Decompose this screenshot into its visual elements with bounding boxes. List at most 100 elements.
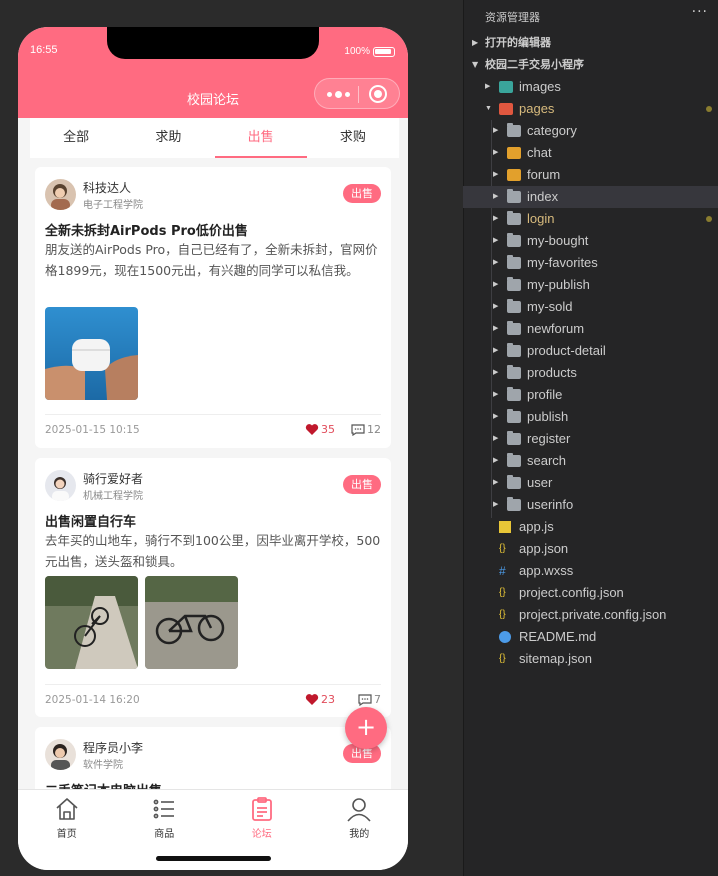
chevron-right-icon: ▶ (493, 149, 499, 156)
modified-dot (706, 106, 712, 112)
tree-item-project-config-json[interactable]: {} project.config.json (463, 582, 718, 604)
tree-item-category[interactable]: ▶ category (463, 120, 718, 142)
more-dots-icon[interactable] (327, 91, 350, 98)
tab-sell[interactable]: 出售 (214, 118, 308, 158)
like-button[interactable]: 23 (305, 693, 335, 706)
tab-all[interactable]: 全部 (30, 118, 122, 158)
folder-icon (507, 453, 521, 467)
tab-buy[interactable]: 求购 (307, 118, 399, 158)
chevron-down-icon: ▼ (485, 105, 492, 112)
close-target-icon[interactable] (369, 85, 387, 103)
chevron-right-icon: ▶ (493, 171, 499, 178)
tree-item-register[interactable]: ▶ register (463, 428, 718, 450)
tree-item-profile[interactable]: ▶ profile (463, 384, 718, 406)
chevron-down-icon: ▼ (472, 60, 479, 69)
json-file-icon: {} (499, 609, 506, 620)
tree-item-search[interactable]: ▶ search (463, 450, 718, 472)
tree-item-readme-md[interactable]: README.md (463, 626, 718, 648)
tree-item-user[interactable]: ▶ user (463, 472, 718, 494)
comment-count: 7 (374, 693, 381, 706)
section-project[interactable]: ▼ 校园二手交易小程序 (464, 54, 718, 76)
simulator-panel: 16:55 100% 校园论坛 全部 求助 出售 求购 科技达人 电子工程学院 … (0, 0, 463, 876)
post-date: 2025-01-14 16:20 (45, 694, 140, 706)
comment-button[interactable]: 12 (351, 423, 381, 436)
chevron-right-icon: ▶ (493, 369, 499, 376)
images-folder-icon (499, 81, 513, 93)
avatar[interactable] (45, 179, 76, 210)
author-name[interactable]: 科技达人 (83, 179, 131, 196)
tree-item-chat[interactable]: ▶ chat (463, 142, 718, 164)
chevron-right-icon: ▶ (493, 413, 499, 420)
tree-item-login[interactable]: ▶ login (463, 208, 718, 230)
folder-icon (507, 475, 521, 489)
tree-item-publish[interactable]: ▶ publish (463, 406, 718, 428)
comment-button[interactable]: 7 (358, 693, 381, 706)
heart-icon (305, 424, 319, 435)
tree-item-project-private-config-json[interactable]: {} project.private.config.json (463, 604, 718, 626)
tree-item-userinfo[interactable]: ▶ userinfo (463, 494, 718, 516)
tree-item-label: app.json (519, 541, 569, 556)
chat-folder-icon (507, 147, 521, 159)
nav-header: 16:55 100% 校园论坛 (18, 27, 408, 118)
tree-item-label: chat (527, 145, 552, 160)
tree-item-products[interactable]: ▶ products (463, 362, 718, 384)
tab-help[interactable]: 求助 (122, 118, 214, 158)
clipboard-icon (251, 797, 272, 821)
new-post-button[interactable]: + (345, 707, 387, 749)
tree-item-product-detail[interactable]: ▶ product-detail (463, 340, 718, 362)
tabbar-label: 商品 (154, 829, 175, 840)
folder-icon (507, 387, 521, 401)
tree-item-my-favorites[interactable]: ▶ my-favorites (463, 252, 718, 274)
author-name[interactable]: 骑行爱好者 (83, 470, 143, 487)
folder-icon (507, 189, 521, 203)
tree-item-label: project.private.config.json (519, 607, 667, 622)
explorer-title: 资源管理器 (485, 11, 540, 24)
post-title: 全新未拆封AirPods Pro低价出售 (45, 224, 248, 239)
post-content: 朋友送的AirPods Pro，自己已经有了，全新未拆封，官网价格1899元，现… (45, 242, 378, 278)
tree-item-label: my-sold (527, 299, 573, 314)
avatar[interactable] (45, 739, 76, 770)
chevron-right-icon: ▶ (493, 127, 499, 134)
comment-icon (358, 693, 372, 706)
tree-item-app-json[interactable]: {} app.json (463, 538, 718, 560)
tree-item-sitemap-json[interactable]: {} sitemap.json (463, 648, 718, 670)
post-card[interactable]: 科技达人 电子工程学院 出售 全新未拆封AirPods Pro低价出售 朋友送的… (35, 167, 391, 448)
post-card[interactable]: 骑行爱好者 机械工程学院 出售 出售闲置自行车 去年买的山地车，骑行不到100公… (35, 458, 391, 717)
tabbar-home[interactable]: 首页 (18, 790, 116, 870)
tree-item-label: login (527, 211, 555, 226)
author-name[interactable]: 程序员小李 (83, 739, 143, 756)
more-actions-icon[interactable]: ··· (692, 4, 708, 20)
folder-icon (507, 123, 521, 137)
modified-dot (706, 216, 712, 222)
folder-icon (507, 233, 521, 247)
tree-item-app-js[interactable]: app.js (463, 516, 718, 538)
post-image-airpods[interactable] (45, 307, 138, 400)
phone-frame: 16:55 100% 校园论坛 全部 求助 出售 求购 科技达人 电子工程学院 … (18, 27, 408, 870)
tabbar-mine[interactable]: 我的 (311, 790, 409, 870)
tree-item-my-publish[interactable]: ▶ my-publish (463, 274, 718, 296)
section-open-editors[interactable]: ▶ 打开的编辑器 (464, 32, 718, 54)
tree-item-pages[interactable]: ▼ pages (463, 98, 718, 120)
tree-item-index[interactable]: ▶ index (463, 186, 718, 208)
tree-item-images[interactable]: ▶ images (463, 76, 718, 98)
heart-icon (305, 694, 319, 705)
tree-item-my-sold[interactable]: ▶ my-sold (463, 296, 718, 318)
tree-item-app-wxss[interactable]: # app.wxss (463, 560, 718, 582)
folder-icon (507, 211, 521, 225)
tree-item-label: search (527, 453, 567, 468)
post-image-bike-2[interactable] (145, 576, 238, 669)
miniprogram-capsule[interactable] (314, 78, 400, 109)
folder-icon (507, 431, 521, 445)
like-button[interactable]: 35 (305, 423, 335, 436)
folder-icon (507, 343, 521, 357)
post-image-bike-1[interactable] (45, 576, 138, 669)
chevron-right-icon: ▶ (485, 83, 491, 90)
json-file-icon: {} (499, 587, 506, 598)
category-tabs: 全部 求助 出售 求购 (30, 118, 399, 158)
tree-item-newforum[interactable]: ▶ newforum (463, 318, 718, 340)
avatar[interactable] (45, 470, 76, 501)
tree-item-label: product-detail (527, 343, 606, 358)
tree-item-forum[interactable]: ▶ forum (463, 164, 718, 186)
like-count: 23 (321, 693, 335, 706)
tree-item-my-bought[interactable]: ▶ my-bought (463, 230, 718, 252)
